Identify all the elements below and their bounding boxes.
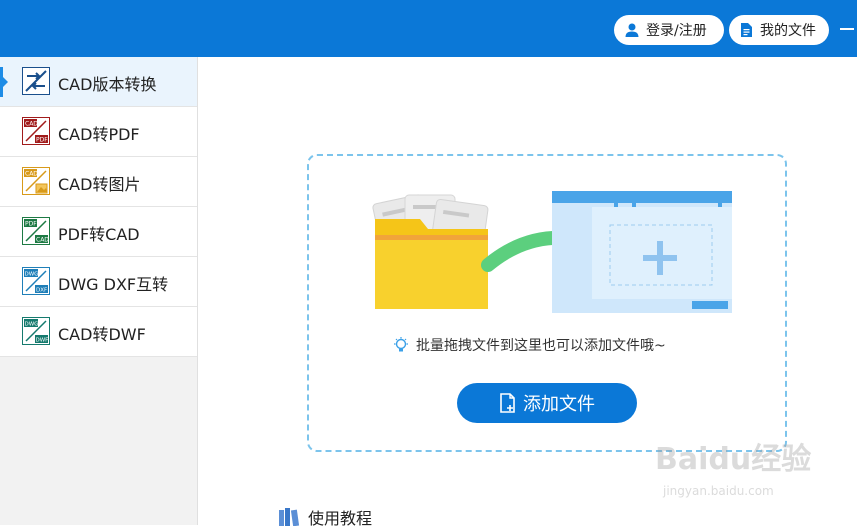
- svg-text:DWG: DWG: [25, 322, 39, 328]
- cad-to-image-icon: CAD: [22, 167, 50, 195]
- tutorial-label: 使用教程: [308, 509, 373, 528]
- dwg-dxf-icon: DWG DXF: [22, 267, 50, 295]
- sidebar-item-label: CAD转PDF: [58, 125, 140, 144]
- cad-to-pdf-icon: CAD PDF: [22, 117, 50, 145]
- baidu-watermark: Baidu经验 jingyan.baidu.com: [655, 432, 815, 507]
- books-icon: [279, 508, 300, 526]
- active-indicator-arrow: [3, 77, 8, 87]
- svg-text:PDF: PDF: [36, 137, 48, 144]
- watermark-sub-text: jingyan.baidu.com: [663, 484, 774, 498]
- svg-text:CAD: CAD: [25, 171, 38, 178]
- svg-text:CAD: CAD: [25, 121, 38, 128]
- document-icon: [741, 23, 752, 37]
- my-files-button[interactable]: 我的文件: [729, 15, 829, 45]
- sidebar-item-label: CAD版本转换: [58, 75, 157, 94]
- sidebar-item-label: DWG DXF互转: [58, 275, 169, 294]
- sidebar: CAD版本转换 CAD PDF CAD转PDF CAD CAD转图片 PDF C…: [0, 57, 198, 525]
- lightbulb-icon: [394, 337, 408, 352]
- login-register-button[interactable]: 登录/注册: [614, 15, 724, 45]
- svg-text:CAD: CAD: [36, 237, 49, 244]
- svg-text:DXF: DXF: [36, 288, 47, 294]
- add-file-label: 添加文件: [523, 394, 595, 415]
- minimize-button[interactable]: [840, 28, 854, 30]
- sidebar-item-cad-to-dwf[interactable]: DWG DWF CAD转DWF: [0, 307, 197, 357]
- cad-to-dwf-icon: DWG DWF: [22, 317, 50, 345]
- my-files-label: 我的文件: [760, 23, 816, 39]
- sidebar-item-label: CAD转DWF: [58, 325, 146, 344]
- sidebar-item-label: PDF转CAD: [58, 225, 140, 244]
- sidebar-item-pdf-to-cad[interactable]: PDF CAD PDF转CAD: [0, 207, 197, 257]
- svg-text:PDF: PDF: [25, 221, 37, 228]
- pdf-to-cad-icon: PDF CAD: [22, 217, 50, 245]
- user-icon: [625, 23, 639, 37]
- sidebar-item-cad-version[interactable]: CAD版本转换: [0, 57, 197, 107]
- tutorial-section[interactable]: 使用教程: [278, 505, 372, 529]
- sidebar-item-cad-to-pdf[interactable]: CAD PDF CAD转PDF: [0, 107, 197, 157]
- drag-hint: 批量拖拽文件到这里也可以添加文件哦~: [392, 335, 666, 355]
- add-file-button[interactable]: 添加文件: [457, 383, 637, 423]
- sidebar-item-label: CAD转图片: [58, 175, 141, 194]
- add-file-icon: [500, 393, 515, 413]
- sidebar-item-cad-to-image[interactable]: CAD CAD转图片: [0, 157, 197, 207]
- cad-version-icon: [22, 67, 50, 95]
- login-register-label: 登录/注册: [646, 23, 707, 39]
- sidebar-item-dwg-dxf[interactable]: DWG DXF DWG DXF互转: [0, 257, 197, 307]
- watermark-main-text: Baidu经验: [655, 442, 812, 477]
- svg-text:DWG: DWG: [25, 272, 39, 278]
- drag-files-illustration: [372, 191, 732, 313]
- svg-text:DWF: DWF: [36, 338, 49, 344]
- drag-hint-text: 批量拖拽文件到这里也可以添加文件哦~: [416, 338, 666, 354]
